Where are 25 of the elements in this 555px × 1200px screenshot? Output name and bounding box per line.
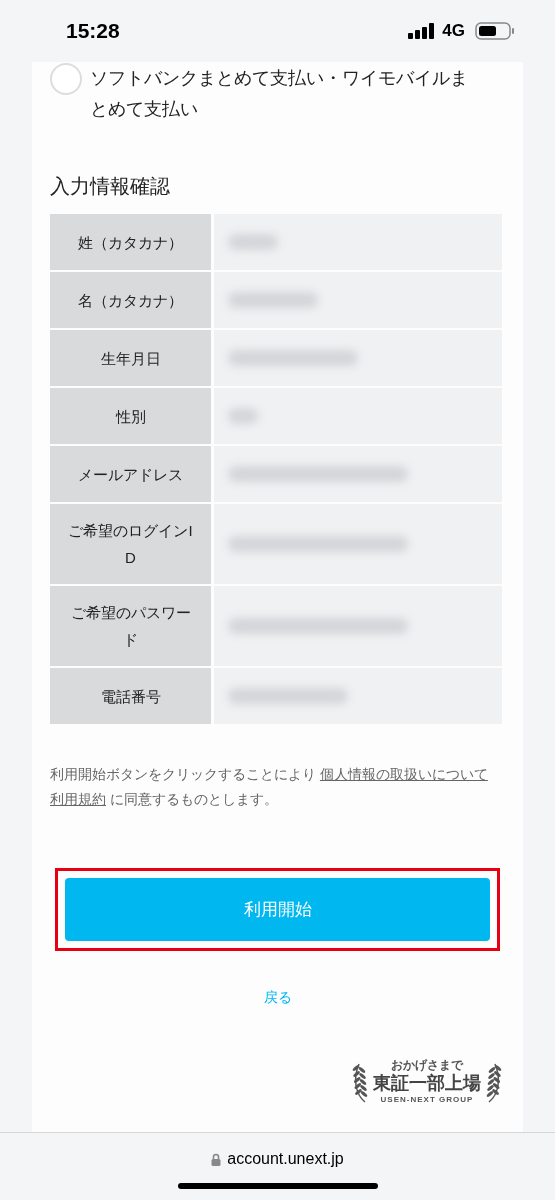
battery-icon	[475, 22, 515, 40]
lock-icon	[211, 1152, 222, 1166]
blurred-value	[228, 234, 278, 250]
field-label-cell: ご希望のログインID	[50, 504, 211, 584]
radio-button[interactable]	[50, 63, 82, 95]
network-label: 4G	[442, 20, 465, 43]
terms-link[interactable]: 利用規約	[50, 791, 106, 807]
section-title: 入力情報確認	[50, 174, 171, 199]
url-text[interactable]: account.unext.jp	[227, 1147, 344, 1171]
status-time: 15:28	[66, 18, 120, 45]
field-label-cell: 性別	[50, 388, 211, 444]
field-label-cell: 姓（カタカナ）	[50, 214, 211, 270]
field-label-cell: 名（カタカナ）	[50, 272, 211, 328]
signal-icon	[408, 23, 437, 39]
badge-title: 東証一部上場	[373, 1072, 481, 1094]
privacy-link[interactable]: 個人情報の取扱いについて	[319, 766, 488, 782]
radio-label: ソフトバンクまとめて支払い・ワイモバイルまとめて支払い	[90, 67, 469, 121]
field-label-cell: 電話番号	[50, 668, 211, 724]
field-label-cell: メールアドレス	[50, 446, 211, 502]
badge-caption: おかげさまで	[391, 1058, 463, 1072]
field-label-cell: ご希望のパスワード	[50, 586, 211, 666]
consent-text: 利用開始ボタンをクリックすることにより 個人情報の取扱いについて 利用規約 に同意するものとします。	[50, 765, 489, 809]
badge-group: USEN-NEXT GROUP	[380, 1094, 474, 1105]
field-label-cell: 生年月日	[50, 330, 211, 386]
blurred-value	[228, 408, 258, 424]
